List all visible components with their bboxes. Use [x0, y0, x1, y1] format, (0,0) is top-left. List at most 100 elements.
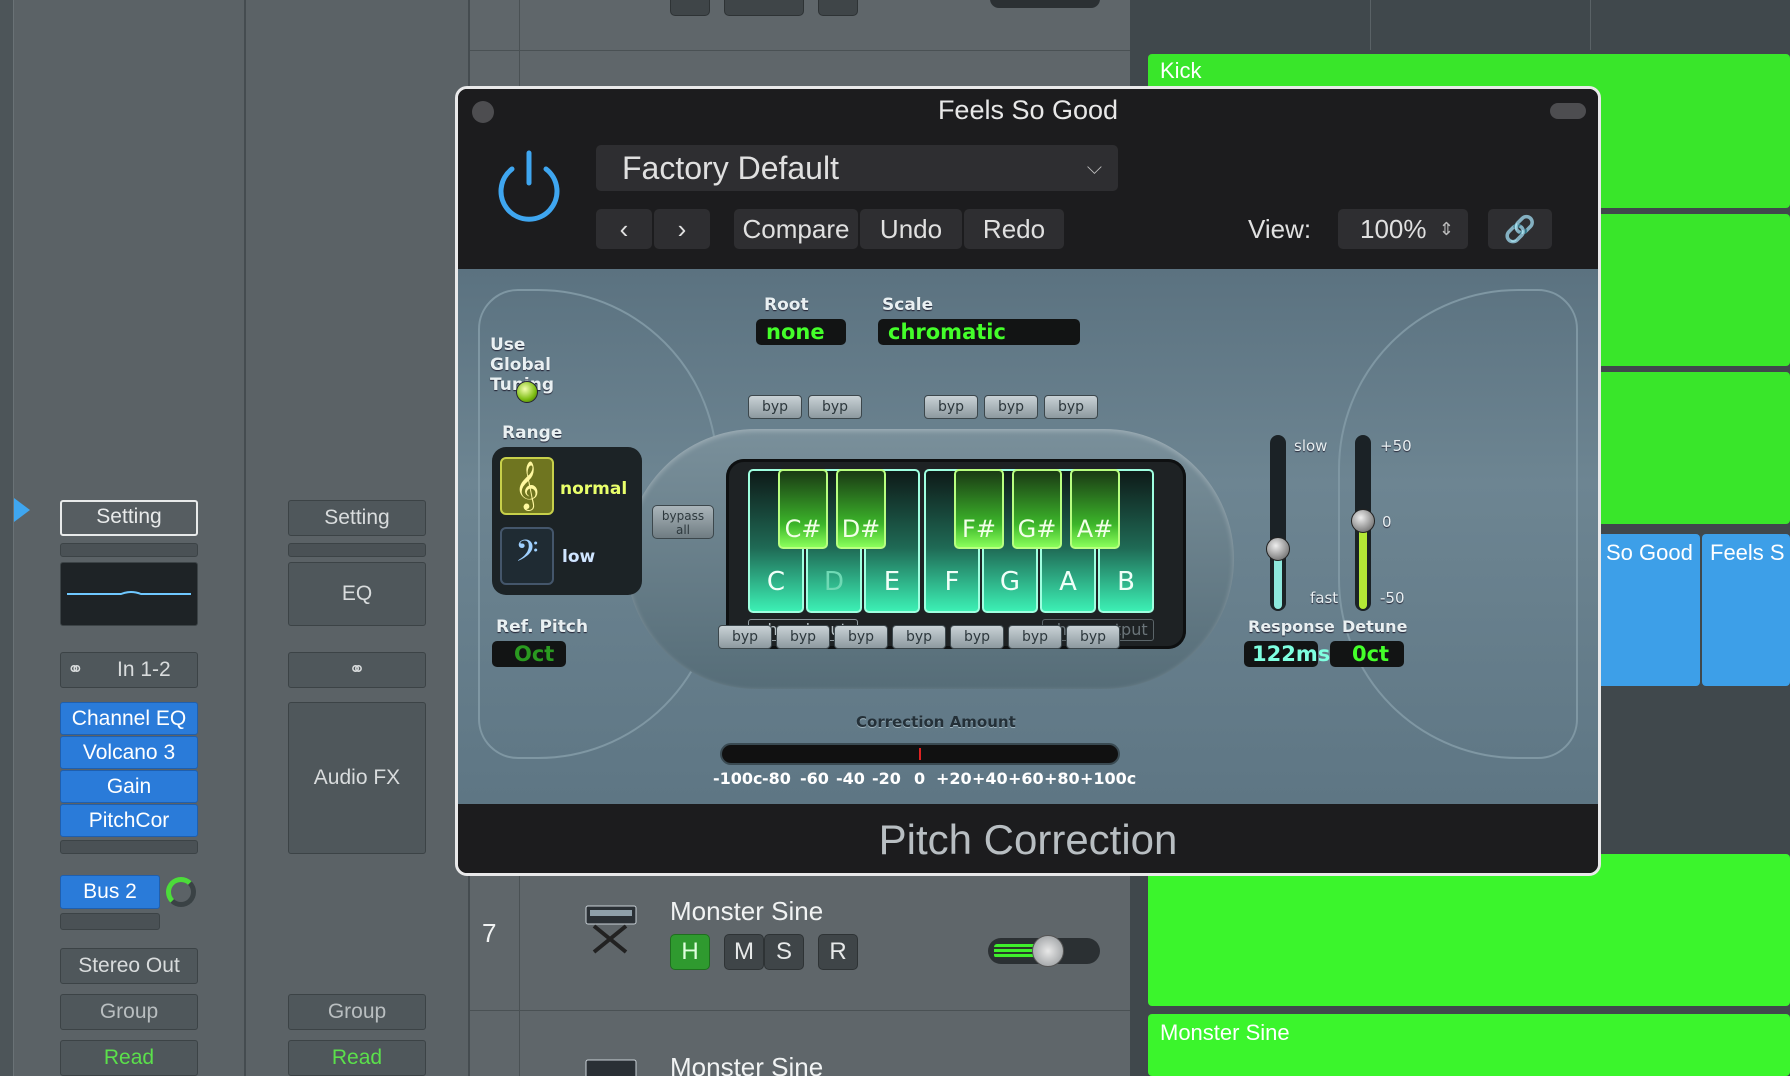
strip2-input-slot[interactable]: ⚭ [288, 652, 426, 688]
track-partial-button[interactable] [818, 0, 858, 16]
bypass-a-button[interactable]: byp [1008, 625, 1062, 649]
response-value[interactable]: 122ms [1244, 641, 1330, 667]
mixer-left-edge [0, 0, 14, 1076]
strip1-input-slot[interactable]: ⚭ In 1-2 [60, 652, 198, 688]
strip1-group-slot[interactable]: Group [60, 994, 198, 1030]
scale-select[interactable]: chromatic [878, 319, 1080, 345]
strip1-empty-send-slot[interactable] [60, 913, 160, 930]
bypass-g-button[interactable]: byp [950, 625, 1004, 649]
strip2-group-slot[interactable]: Group [288, 994, 426, 1030]
meter-scale-label: -40 [836, 769, 865, 788]
previous-preset-button[interactable]: ‹ [596, 209, 652, 249]
key-f-sharp[interactable]: F# [954, 469, 1004, 549]
bypass-c-button[interactable]: byp [718, 625, 772, 649]
strip1-empty-plugin-slot[interactable] [60, 840, 198, 854]
power-icon[interactable] [490, 147, 568, 225]
bypass-a-sharp-button[interactable]: byp [1044, 395, 1098, 419]
bypass-f-button[interactable]: byp [892, 625, 946, 649]
track-name[interactable]: Monster Sine [670, 1052, 823, 1076]
preset-dropdown[interactable]: Factory Default ⌵ [596, 145, 1118, 191]
bypass-d-sharp-button[interactable]: byp [808, 395, 862, 419]
bypass-e-button[interactable]: byp [834, 625, 888, 649]
bass-clef-icon[interactable]: 𝄢 [500, 527, 554, 585]
meter-scale-label: -60 [800, 769, 829, 788]
strip2-setting-button[interactable]: Setting [288, 500, 426, 536]
track-record-button[interactable]: R [818, 934, 858, 970]
volume-slider[interactable] [990, 0, 1100, 8]
eq-curve-icon [67, 591, 191, 595]
treble-clef-icon[interactable]: 𝄞 [500, 457, 554, 515]
track-name[interactable]: Monster Sine [670, 896, 823, 927]
plugin-header: Feels So Good Factory Default ⌵ ‹ › Comp… [458, 89, 1598, 269]
stereo-link-icon: ⚭ [348, 659, 366, 681]
send-slot-bus2[interactable]: Bus 2 [60, 875, 160, 909]
keyboard-instrument-icon [582, 898, 640, 956]
key-c-sharp[interactable]: C# [778, 469, 828, 549]
correction-indicator [919, 748, 921, 760]
bypass-b-button[interactable]: byp [1066, 625, 1120, 649]
strip1-output-slot[interactable]: Stereo Out [60, 948, 198, 984]
meter-scale-label: 0 [914, 769, 926, 788]
ref-pitch-value[interactable]: Oct [492, 641, 566, 667]
track-solo-button[interactable]: S [764, 934, 804, 970]
plugin-window: Feels So Good Factory Default ⌵ ‹ › Comp… [455, 86, 1601, 876]
key-d-sharp[interactable]: D# [836, 469, 886, 549]
meter-scale-label: -20 [872, 769, 901, 788]
preset-name: Factory Default [622, 150, 839, 186]
strip2-automation-mode[interactable]: Read [288, 1040, 426, 1076]
response-slider-fill [1274, 553, 1282, 609]
bypass-f-sharp-button[interactable]: byp [924, 395, 978, 419]
bypass-all-button[interactable]: bypass all [652, 505, 714, 539]
plugin-slot-volcano[interactable]: Volcano 3 [60, 736, 198, 769]
window-collapse-icon[interactable] [1550, 103, 1586, 119]
use-global-tuning-led[interactable] [516, 381, 538, 403]
undo-button[interactable]: Undo [860, 209, 962, 249]
strip2-audio-fx-slot[interactable]: Audio FX [288, 702, 426, 854]
meter-scale-label: +20 [936, 769, 972, 788]
plugin-window-title: Feels So Good [937, 95, 1119, 125]
view-zoom-select[interactable]: 100% ⇕ [1338, 209, 1468, 249]
redo-button[interactable]: Redo [964, 209, 1064, 249]
strip2-eq-button[interactable]: EQ [288, 562, 426, 626]
keyboard-instrument-icon [582, 1052, 640, 1076]
strip1-automation-mode[interactable]: Read [60, 1040, 198, 1076]
bypass-d-button[interactable]: byp [776, 625, 830, 649]
bypass-g-sharp-button[interactable]: byp [984, 395, 1038, 419]
midi-region[interactable] [1148, 854, 1790, 1006]
midi-region[interactable] [1590, 372, 1790, 524]
track-hide-button[interactable]: H [670, 934, 710, 970]
next-preset-button[interactable]: › [654, 209, 710, 249]
key-a-sharp[interactable]: A# [1070, 469, 1120, 549]
response-slider-knob[interactable] [1266, 537, 1290, 561]
bypass-c-sharp-button[interactable]: byp [748, 395, 802, 419]
send-level-knob[interactable] [166, 877, 196, 907]
track-number: 7 [482, 918, 497, 948]
detune-slider-knob[interactable] [1351, 509, 1375, 533]
root-select[interactable]: none [756, 319, 846, 345]
track-partial-button[interactable] [670, 0, 710, 16]
volume-knob[interactable] [1032, 935, 1064, 967]
volume-slider[interactable] [988, 935, 1100, 967]
detune-value[interactable]: 0ct [1330, 641, 1404, 667]
correction-amount-label: Correction Amount [856, 713, 1016, 731]
plugin-slot-pitchcor[interactable]: PitchCor [60, 804, 198, 837]
pitch-correction-panel: Root none Scale chromatic Use Global Tun… [458, 269, 1598, 804]
plugin-slot-gain[interactable]: Gain [60, 770, 198, 803]
plugin-slot-channel-eq[interactable]: Channel EQ [60, 702, 198, 735]
strip1-eq-thumbnail[interactable] [60, 562, 198, 626]
compare-button[interactable]: Compare [734, 209, 858, 249]
chevron-down-icon: ⌵ [1086, 157, 1102, 179]
key-g-sharp[interactable]: G# [1012, 469, 1062, 549]
link-button[interactable]: 🔗 [1488, 209, 1552, 249]
track-partial-button[interactable] [724, 0, 804, 16]
grid-line [1590, 0, 1591, 50]
link-icon: 🔗 [1503, 214, 1537, 244]
response-fast-label: fast [1310, 589, 1339, 607]
strip1-setting-button[interactable]: Setting [60, 500, 198, 536]
view-zoom-value: 100% [1360, 214, 1427, 244]
meter-scale-label: +100c [1080, 769, 1137, 788]
response-slider-track[interactable] [1270, 435, 1286, 611]
chevron-left-icon: ‹ [619, 214, 629, 244]
track-mute-button[interactable]: M [724, 934, 764, 970]
midi-region[interactable] [1590, 214, 1790, 366]
